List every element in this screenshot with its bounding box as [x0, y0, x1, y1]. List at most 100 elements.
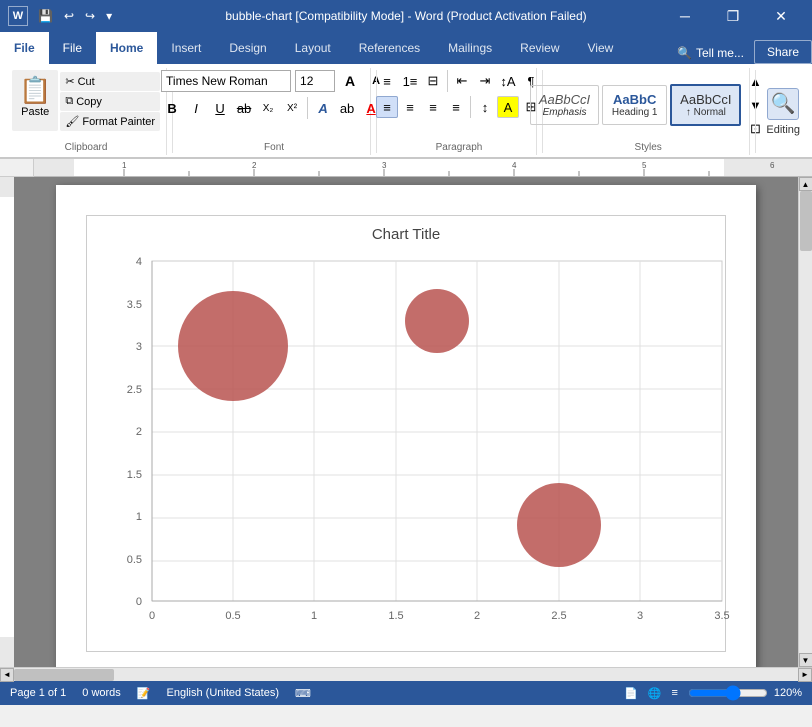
font-size-input[interactable]	[295, 70, 335, 92]
v-ruler-svg	[0, 177, 14, 667]
customize-qa-button[interactable]: ▾	[102, 7, 116, 25]
h-scroll-thumb[interactable]	[14, 669, 114, 681]
language: English (United States)	[167, 687, 280, 700]
copy-icon: ⧉	[65, 95, 73, 108]
maximize-button[interactable]: ❐	[710, 0, 756, 32]
multilevel-list-button[interactable]: ⊟	[422, 70, 444, 92]
tab-design[interactable]: Design	[215, 32, 280, 64]
app-icon: W	[8, 6, 28, 26]
zoom-level: 120%	[774, 687, 802, 699]
sort-button[interactable]: ↕A	[497, 70, 519, 92]
scroll-down-button[interactable]: ▼	[799, 653, 812, 667]
svg-text:0.5: 0.5	[127, 554, 142, 566]
underline-button[interactable]: U	[209, 97, 231, 119]
italic-button[interactable]: I	[185, 97, 207, 119]
tab-review[interactable]: Review	[506, 32, 573, 64]
increase-indent-button[interactable]: ⇥	[474, 70, 496, 92]
text-highlight-button[interactable]: ab	[336, 97, 358, 119]
font-name-input[interactable]	[161, 70, 291, 92]
status-right: 📄 🌐 ≡ 120%	[624, 687, 802, 700]
tell-me-button[interactable]: 🔍 Tell me...	[667, 42, 754, 64]
editing-group-content: 🔍 Editing	[766, 70, 800, 153]
minimize-button[interactable]: ─	[662, 0, 708, 32]
paste-icon: 📋	[19, 75, 51, 106]
vertical-scrollbar: ▲ ▼	[798, 177, 812, 667]
style-heading1[interactable]: AaBbC Heading 1	[602, 85, 667, 125]
scroll-left-button[interactable]: ◄	[0, 668, 14, 682]
page-scroll-area[interactable]: Chart Title	[14, 177, 798, 667]
tab-file[interactable]: File	[0, 32, 49, 64]
ruler-area: 1 2 3 4 5 6	[0, 159, 812, 177]
styles-group: AaBbCcI Emphasis AaBbC Heading 1 AaBbCcI…	[548, 68, 750, 155]
svg-text:2: 2	[474, 610, 480, 622]
share-button[interactable]: Share	[754, 40, 812, 64]
tab-insert[interactable]: Insert	[157, 32, 215, 64]
tab-file-btn[interactable]: File	[49, 32, 96, 64]
tab-layout[interactable]: Layout	[281, 32, 345, 64]
bold-button[interactable]: B	[161, 97, 183, 119]
shading-button[interactable]: A	[497, 96, 519, 118]
normal-label: AaBbCcI	[680, 92, 731, 107]
editing-label: Editing	[766, 124, 800, 136]
svg-text:3.5: 3.5	[127, 299, 142, 311]
text-effects-button[interactable]: A	[312, 97, 334, 119]
scroll-up-button[interactable]: ▲	[799, 177, 812, 191]
cut-button[interactable]: ✂ Cut	[60, 72, 160, 91]
window-title: bubble-chart [Compatibility Mode] - Word…	[225, 9, 586, 23]
subscript-button[interactable]: X₂	[257, 97, 279, 119]
justify-button[interactable]: ≡	[445, 96, 467, 118]
increase-font-button[interactable]: A	[339, 70, 361, 92]
horizontal-ruler: 1 2 3 4 5 6	[34, 159, 812, 177]
strikethrough-button[interactable]: ab	[233, 97, 255, 119]
svg-text:5: 5	[642, 161, 647, 170]
style-emphasis[interactable]: AaBbCcI Emphasis	[530, 85, 599, 125]
title-bar-left: W 💾 ↩ ↪ ▾	[8, 6, 116, 26]
svg-text:2: 2	[136, 426, 142, 438]
superscript-button[interactable]: X²	[281, 97, 303, 119]
close-button[interactable]: ✕	[758, 0, 804, 32]
tab-home[interactable]: Home	[96, 32, 157, 64]
styles-group-label: Styles	[635, 142, 662, 153]
svg-text:3: 3	[382, 161, 387, 170]
paragraph-group: ≡ 1≡ ⊟ ⇤ ⇥ ↕A ¶ ≡ ≡ ≡ ≡ ↕ A ⊞ Paragraph	[382, 68, 537, 155]
undo-button[interactable]: ↩	[60, 7, 78, 25]
paste-label: Paste	[21, 106, 49, 118]
title-bar: W 💾 ↩ ↪ ▾ bubble-chart [Compatibility Mo…	[0, 0, 812, 32]
svg-text:2.5: 2.5	[127, 384, 142, 396]
font-group-label: Font	[264, 142, 284, 153]
ribbon-tabs-row: File File Home Insert Design Layout Refe…	[0, 32, 812, 64]
tab-references[interactable]: References	[345, 32, 434, 64]
paste-button[interactable]: 📋 Paste	[12, 70, 58, 131]
align-center-button[interactable]: ≡	[399, 96, 421, 118]
svg-text:4: 4	[512, 161, 517, 170]
font-selector-row: A A	[161, 70, 387, 92]
emphasis-name: Emphasis	[539, 107, 590, 118]
scroll-right-button[interactable]: ►	[798, 668, 812, 682]
view-outline-icon[interactable]: ≡	[671, 687, 677, 699]
redo-button[interactable]: ↪	[81, 7, 99, 25]
paragraph-group-content: ≡ 1≡ ⊟ ⇤ ⇥ ↕A ¶ ≡ ≡ ≡ ≡ ↕ A ⊞	[376, 70, 542, 140]
bullets-button[interactable]: ≡	[376, 70, 398, 92]
chart-title: Chart Title	[102, 226, 710, 243]
zoom-slider[interactable]	[688, 688, 768, 698]
scroll-thumb[interactable]	[800, 191, 812, 251]
view-web-icon[interactable]: 🌐	[648, 687, 662, 700]
style-normal[interactable]: AaBbCcI ↑ Normal	[670, 84, 741, 126]
svg-text:0: 0	[149, 610, 155, 622]
svg-text:0.5: 0.5	[225, 610, 240, 622]
copy-button[interactable]: ⧉ Copy	[60, 92, 160, 111]
horizontal-scrollbar-row: ◄ ►	[0, 667, 812, 681]
line-spacing-button[interactable]: ↕	[474, 96, 496, 118]
decrease-indent-button[interactable]: ⇤	[451, 70, 473, 92]
tab-view[interactable]: View	[574, 32, 628, 64]
save-button[interactable]: 💾	[34, 7, 57, 25]
align-left-button[interactable]: ≡	[376, 96, 398, 118]
tab-mailings[interactable]: Mailings	[434, 32, 506, 64]
window-controls: ─ ❐ ✕	[662, 0, 804, 32]
align-right-button[interactable]: ≡	[422, 96, 444, 118]
view-print-icon[interactable]: 📄	[624, 687, 638, 700]
format-painter-button[interactable]: 🖌 Format Painter	[60, 112, 160, 131]
numbering-button[interactable]: 1≡	[399, 70, 421, 92]
text-prediction-icon: ⌨	[295, 687, 311, 700]
editing-icon[interactable]: 🔍	[767, 88, 799, 120]
